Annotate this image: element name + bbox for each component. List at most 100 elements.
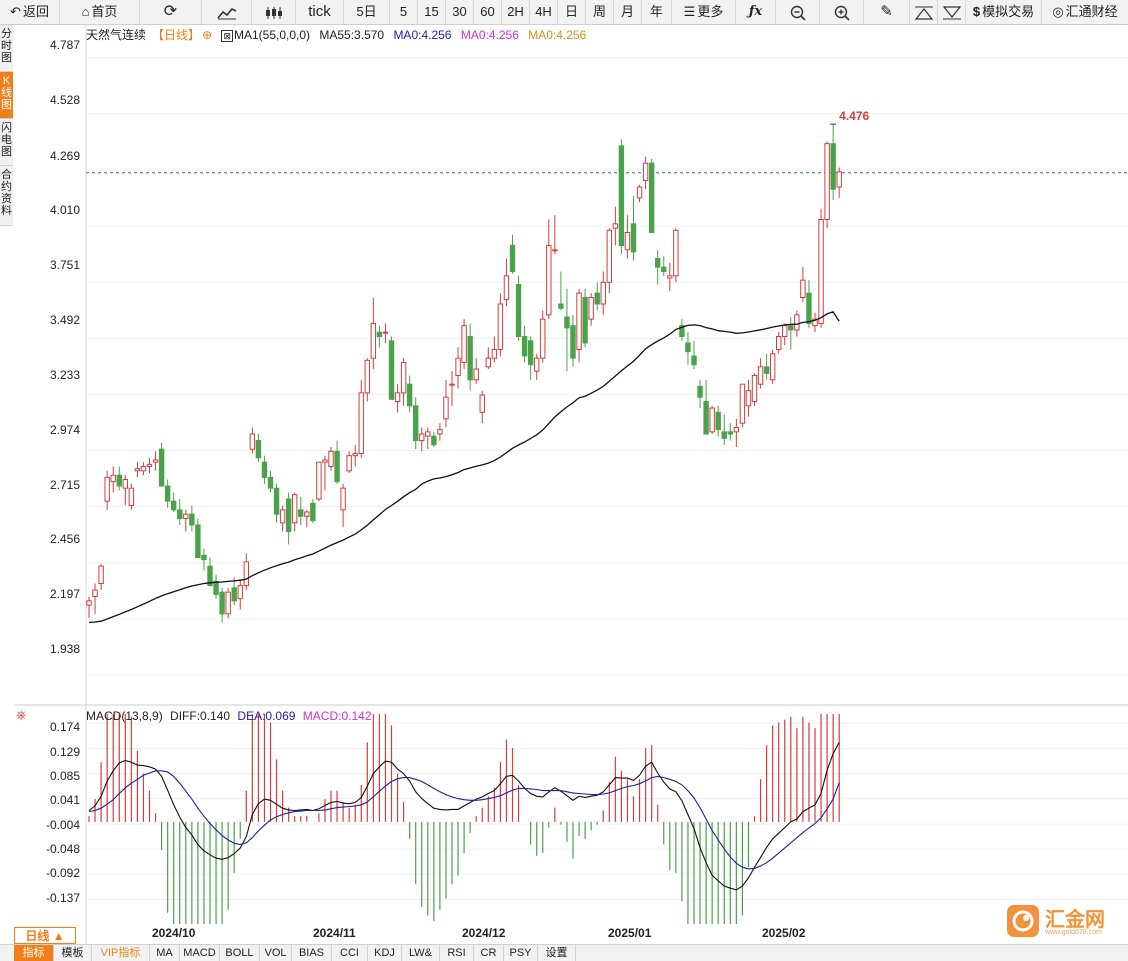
candle-body (261, 461, 268, 478)
ma0-value-a: MA0:4.256 (393, 28, 452, 42)
indicator-vol[interactable]: VOL (260, 945, 292, 961)
candle-body (158, 448, 165, 487)
back-button[interactable]: ↶ 返回 (0, 0, 60, 24)
more-button[interactable]: ☰ 更多 (672, 0, 736, 24)
candle-body (509, 245, 516, 272)
settings-tab[interactable]: 设置 (538, 945, 576, 961)
y-tick-label: 2.197 (49, 587, 80, 601)
candle-body (473, 368, 479, 381)
indicator-ma[interactable]: MA (150, 945, 180, 961)
indicator-rsi[interactable]: RSI (440, 945, 474, 961)
candlestick-icon (265, 6, 282, 19)
period-month-button[interactable]: 月 (614, 0, 642, 24)
candle-body (794, 314, 800, 331)
ma0-value-b: MA0:4.256 (460, 28, 519, 42)
candle-body (273, 487, 280, 515)
macd-y-tick-label: 0.174 (49, 720, 80, 734)
candle-body (98, 565, 104, 585)
candle-body (310, 502, 316, 522)
candle-body (546, 245, 552, 316)
draw-up-triangle-button[interactable] (910, 0, 938, 24)
triangle-down-icon (942, 5, 961, 20)
candle-body (558, 303, 564, 309)
y-tick-label: 4.010 (49, 203, 80, 217)
chart-canvas[interactable]: 4.476 (0, 24, 1128, 944)
candle-body (818, 219, 824, 324)
macd-y-tick-label: -0.092 (45, 866, 80, 880)
candle-body (134, 468, 141, 472)
candle-body (570, 325, 576, 359)
candle-body (691, 355, 697, 366)
indicator-kdj[interactable]: KDJ (368, 945, 402, 961)
draw-down-triangle-button[interactable] (938, 0, 966, 24)
indicator-settings-icon[interactable]: ⎈ (16, 707, 26, 723)
brand-link[interactable]: ◎ 汇通财经 (1042, 0, 1128, 24)
zoom-out-button[interactable] (776, 0, 820, 24)
candle-body (437, 429, 443, 435)
indicator-psy[interactable]: PSY (504, 945, 538, 961)
candle-chart-button[interactable] (252, 0, 296, 24)
period-5d-button[interactable]: 5日 (344, 0, 390, 24)
sim-trade-button[interactable]: $ 模拟交易 (966, 0, 1042, 24)
macd-legend: MACD(13,8,9) DIFF:0.140 DEA:0.069 MACD:0… (86, 709, 376, 723)
candle-body (540, 318, 546, 359)
home-button[interactable]: ⌂ 首页 (60, 0, 140, 24)
indicator-macd[interactable]: MACD (180, 945, 220, 961)
period-2h-button[interactable]: 2H (502, 0, 530, 24)
candle-body (304, 511, 310, 517)
candle-body (461, 325, 467, 363)
candle-body (485, 357, 492, 368)
candle-body (594, 292, 600, 305)
indicator-cr[interactable]: CR (474, 945, 504, 961)
y-tick-label: 3.751 (49, 258, 80, 272)
template-tab[interactable]: 模板 (54, 945, 92, 961)
candle-body (515, 284, 522, 337)
back-arrow-icon: ↶ (10, 4, 21, 19)
refresh-button[interactable]: ⟳ (140, 0, 202, 24)
candle-body (449, 383, 455, 386)
candle-body (231, 587, 237, 602)
indicator-boll[interactable]: BOLL (220, 945, 260, 961)
indicator-cci[interactable]: CCI (332, 945, 368, 961)
candle-body (316, 461, 322, 500)
tick-button[interactable]: tick (296, 0, 344, 24)
period-day-button[interactable]: 日 (558, 0, 586, 24)
candle-body (467, 336, 473, 381)
candle-body (552, 249, 558, 252)
candle-body (177, 509, 183, 520)
macd-macd-value: MACD:0.142 (302, 709, 372, 723)
macd-diff-line (88, 742, 840, 891)
line-chart-button[interactable] (202, 0, 252, 24)
y-tick-label: 2.456 (49, 532, 80, 546)
period-60m-button[interactable]: 60 (474, 0, 502, 24)
settings-gear-icon[interactable]: ⊕ (202, 28, 212, 42)
period-15m-button[interactable]: 15 (418, 0, 446, 24)
indicator-bias[interactable]: BIAS (292, 945, 332, 961)
period-week-button[interactable]: 周 (586, 0, 614, 24)
y-tick-label: 2.715 (49, 478, 80, 492)
ma-toggle-icon[interactable]: ⊠ (221, 30, 233, 42)
draw-pen-button[interactable]: ✎ (864, 0, 910, 24)
candle-body (419, 433, 425, 441)
candle-body (661, 266, 667, 273)
candle-body (352, 453, 358, 457)
candle-body (431, 435, 437, 446)
indicator-tab[interactable]: 指标 (14, 945, 54, 961)
period-selector-tab[interactable]: 日线 ▲ (14, 927, 76, 944)
candle-body (292, 494, 298, 524)
candle-body (636, 186, 643, 199)
candle-body (249, 433, 256, 450)
vip-indicator-tab[interactable]: VIP指标 (92, 945, 150, 961)
candle-body (364, 359, 371, 394)
period-year-button[interactable]: 年 (642, 0, 672, 24)
candle-body (358, 392, 364, 455)
period-30m-button[interactable]: 30 (446, 0, 474, 24)
candle-body (521, 336, 528, 357)
period-5m-button[interactable]: 5 (390, 0, 418, 24)
formula-button[interactable]: ƒx (736, 0, 776, 24)
zoom-in-button[interactable] (820, 0, 864, 24)
indicator-lw[interactable]: LW& (402, 945, 440, 961)
period-4h-button[interactable]: 4H (530, 0, 558, 24)
candle-body (298, 509, 304, 517)
candle-body (195, 524, 201, 558)
